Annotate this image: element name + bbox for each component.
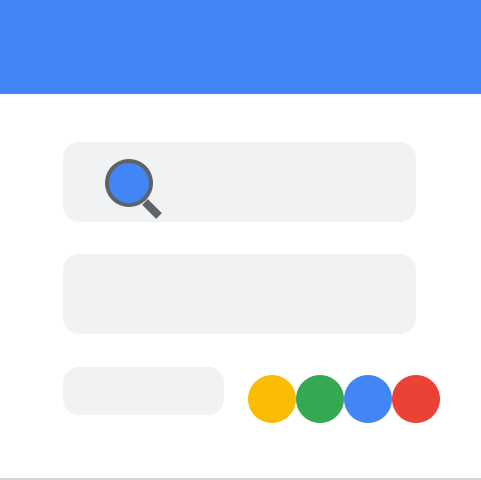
red-dot-icon [392, 375, 440, 423]
yellow-dot-icon [248, 375, 296, 423]
green-dot-icon [296, 375, 344, 423]
text-field[interactable] [63, 254, 416, 334]
blue-dot-icon [344, 375, 392, 423]
search-icon [105, 159, 162, 219]
secondary-button[interactable] [63, 367, 224, 415]
search-field[interactable] [63, 142, 416, 222]
header-bar [0, 0, 481, 94]
